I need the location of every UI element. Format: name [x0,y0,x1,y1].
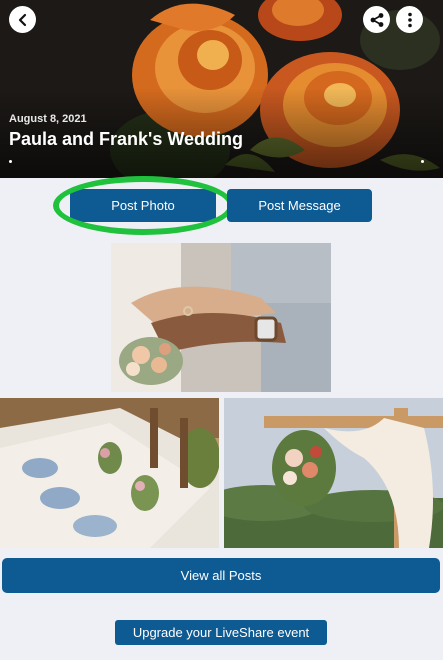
more-vertical-icon [407,12,412,27]
photo-tile[interactable] [224,398,443,548]
wedding-arch-photo [224,398,443,548]
more-options-button[interactable] [396,6,423,33]
reception-table-photo [0,398,219,548]
photo-tile[interactable] [111,243,331,392]
chevron-left-icon [18,13,26,26]
upgrade-event-button[interactable]: Upgrade your LiveShare event [115,620,327,645]
back-button[interactable] [9,6,36,33]
event-header: August 8, 2021 Paula and Frank's Wedding [0,0,443,178]
post-photo-button[interactable]: Post Photo [70,189,216,222]
view-all-posts-button[interactable]: View all Posts [2,558,440,593]
share-button[interactable] [363,6,390,33]
share-icon [370,12,383,27]
header-dot [9,160,12,163]
event-title: Paula and Frank's Wedding [9,129,243,149]
header-dot [421,160,424,163]
photo-tile[interactable] [0,398,219,548]
post-message-button[interactable]: Post Message [227,189,372,222]
event-date: August 8, 2021 [9,113,87,125]
hands-rings-photo [111,243,331,392]
